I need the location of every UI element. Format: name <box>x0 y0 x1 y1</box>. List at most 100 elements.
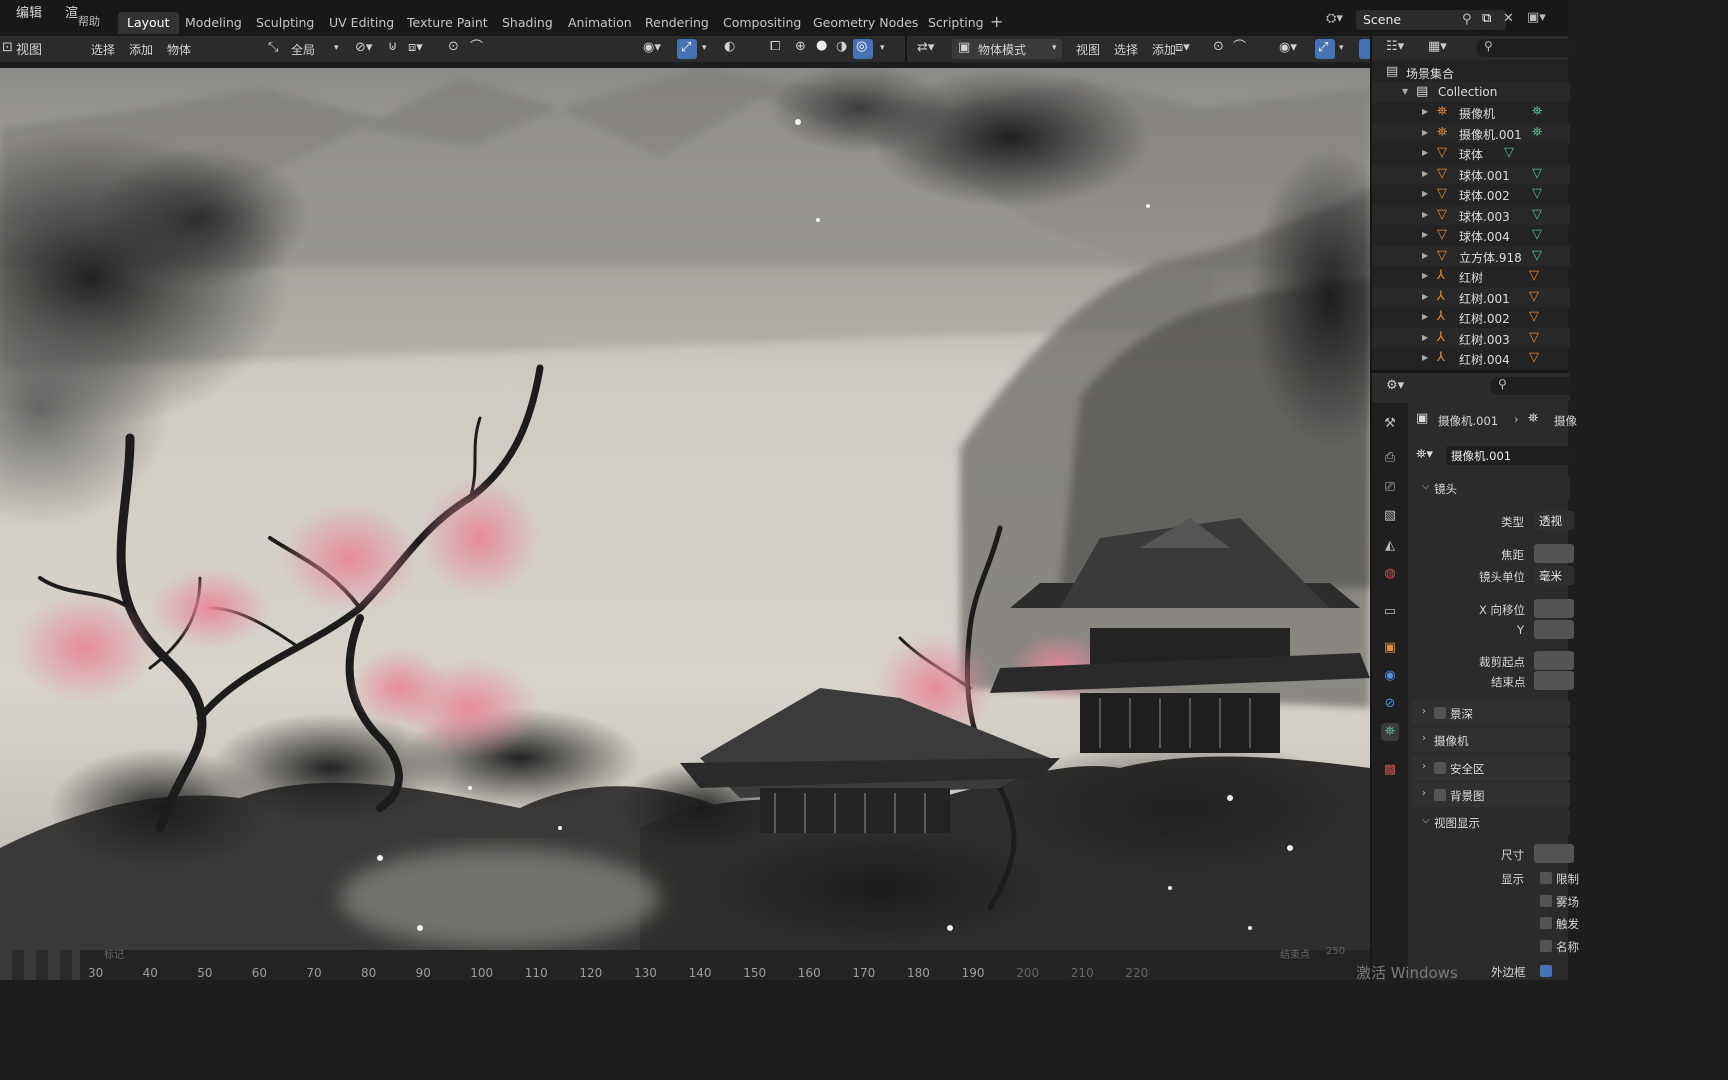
workspace-tab-texture-paint[interactable]: Texture Paint <box>398 12 497 34</box>
transform-orientation[interactable]: 全局 <box>291 41 315 58</box>
overlay-icon[interactable]: ◐ <box>724 38 735 56</box>
object-menu[interactable]: 物体 <box>167 41 191 58</box>
expand-triangle-icon[interactable]: ▶ <box>1422 169 1428 178</box>
child-mesh-icon[interactable]: ▽ <box>1529 289 1539 304</box>
outliner-item[interactable]: ▶ ▽ 球体 ▽ <box>1372 143 1570 163</box>
camera-data-tab-icon[interactable]: ⛯ <box>1381 723 1399 741</box>
panel-enable-checkbox[interactable] <box>1434 707 1446 719</box>
camera-data-icon[interactable]: ⛯ <box>1532 104 1542 119</box>
lens-panel-header[interactable]: ⌵ 镜头 <box>1412 476 1570 500</box>
tool-tab-icon[interactable]: ⚒ <box>1381 415 1399 433</box>
outliner-item[interactable]: ▶ ▽ 球体.002 ▽ <box>1372 184 1570 204</box>
child-mesh-icon[interactable]: ▽ <box>1529 268 1539 283</box>
menu-edit[interactable]: 编辑 <box>16 2 42 21</box>
collection-row[interactable]: ▼ ▤ Collection <box>1372 82 1570 102</box>
snap-icon[interactable]: ⊍ <box>388 38 398 56</box>
scene-tab-icon[interactable]: ◭ <box>1381 537 1399 555</box>
scene-selector[interactable]: Scene ⚲ ⧉ <box>1356 10 1506 30</box>
view-menu[interactable]: 视图 <box>1076 41 1100 58</box>
outliner-item[interactable]: ▶ ⛯ 摄像机.001 ⛯ <box>1372 122 1570 143</box>
properties-search-input[interactable]: ⚲ <box>1490 377 1570 395</box>
size-field[interactable] <box>1534 844 1574 863</box>
collapsed-panel-header[interactable]: › 摄像机 <box>1412 728 1570 753</box>
wireframe-shading-icon[interactable]: ⊕ <box>795 38 806 56</box>
workspace-tab-sculpting[interactable]: Sculpting <box>247 12 323 34</box>
workspace-tab-modeling[interactable]: Modeling <box>176 12 251 34</box>
menu-help[interactable]: 帮助 <box>78 13 100 29</box>
lens-unit-dropdown[interactable]: 毫米 <box>1534 566 1574 585</box>
world-tab-icon[interactable]: ◍ <box>1381 565 1399 583</box>
view-layer-tab-icon[interactable]: ▧ <box>1381 507 1399 525</box>
collection-tab-icon[interactable]: ▭ <box>1381 603 1399 621</box>
expand-triangle-icon[interactable]: ▶ <box>1422 148 1428 157</box>
show-option-checkbox[interactable] <box>1540 917 1552 929</box>
workspace-tab-scripting[interactable]: Scripting <box>919 12 993 34</box>
workspace-tab-shading[interactable]: Shading <box>493 12 562 34</box>
camera-data-icon[interactable]: ⛯ <box>1532 125 1542 140</box>
mesh-data-icon[interactable]: ▽ <box>1532 207 1542 222</box>
show-option-checkbox[interactable] <box>1540 894 1552 907</box>
new-scene-icon[interactable]: ⧉ <box>1482 11 1491 26</box>
mesh-data-icon[interactable]: ▽ <box>1532 248 1542 263</box>
outliner-item[interactable]: ▶ ▽ 球体.004 ▽ <box>1372 225 1570 245</box>
child-mesh-icon[interactable]: ▽ <box>1529 350 1539 365</box>
expand-triangle-icon[interactable]: ▶ <box>1422 333 1428 342</box>
end-frame-value[interactable]: 250 <box>1326 946 1345 957</box>
3d-viewport[interactable] <box>0 68 1370 950</box>
expand-triangle-icon[interactable]: ▶ <box>1422 107 1428 116</box>
editor-type-icon[interactable]: ⚙▾ <box>1386 377 1404 395</box>
outliner-item[interactable]: ▶ ⅄ 红树 ▽ <box>1372 266 1570 286</box>
xray-icon[interactable]: ⧠ <box>770 38 780 56</box>
solid-shading-icon[interactable]: ● <box>816 37 827 55</box>
workspace-tab-uv-editing[interactable]: UV Editing <box>320 12 403 34</box>
output-tab-icon[interactable]: ⎚ <box>1381 479 1399 497</box>
focal-length-field[interactable] <box>1534 544 1574 563</box>
workspace-tab-compositing[interactable]: Compositing <box>714 12 810 34</box>
object-tab-icon[interactable]: ▣ <box>1381 639 1399 657</box>
outliner-item[interactable]: ▶ ⅄ 红树.004 ▽ <box>1372 348 1570 368</box>
outliner-item[interactable]: ▶ ⅄ 红树.001 ▽ <box>1372 286 1570 307</box>
breadcrumb-object[interactable]: 摄像机.001 <box>1438 413 1498 429</box>
render-tab-icon[interactable]: ⎙ <box>1381 449 1399 467</box>
viewport-display-panel-header[interactable]: ⌵ 视图显示 <box>1412 810 1570 834</box>
shift-x-field[interactable] <box>1534 599 1574 618</box>
panel-enable-checkbox[interactable] <box>1434 761 1446 774</box>
show-option-checkbox[interactable] <box>1540 872 1552 884</box>
mesh-data-icon[interactable]: ▽ <box>1532 166 1542 181</box>
close-scene-icon[interactable]: ✕ <box>1503 11 1514 26</box>
display-mode-icon[interactable]: ▦▾ <box>1428 38 1447 56</box>
outliner-item[interactable]: ▶ ▽ 球体.003 ▽ <box>1372 204 1570 225</box>
view-layer-icon[interactable]: ▣▾ <box>1527 10 1546 25</box>
menu-render[interactable]: 渲 <box>65 2 78 21</box>
camera-data-name-field[interactable]: 摄像机.001 <box>1446 446 1570 465</box>
material-shading-icon[interactable]: ◑ <box>836 38 847 56</box>
add-menu[interactable]: 添加 <box>129 41 153 58</box>
scene-selector-icon[interactable]: ⛭▾ <box>1326 11 1343 26</box>
pivot-point-icon[interactable]: ⊘▾ <box>355 39 372 57</box>
child-mesh-icon[interactable]: ▽ <box>1529 309 1539 324</box>
constraints-tab-icon[interactable]: ⊘ <box>1381 695 1399 713</box>
outliner-search-input[interactable]: ⚲ <box>1476 39 1570 57</box>
show-option-checkbox[interactable] <box>1540 939 1552 952</box>
workspace-tab-rendering[interactable]: Rendering <box>636 12 718 34</box>
shading-dropdown-icon[interactable]: ▾ <box>880 39 885 57</box>
expand-triangle-icon[interactable]: ▶ <box>1422 353 1428 362</box>
expand-triangle-icon[interactable]: ▶ <box>1422 271 1428 280</box>
outliner-item[interactable]: ▶ ⛯ 摄像机 ⛯ <box>1372 102 1570 122</box>
expand-triangle-icon[interactable]: ▶ <box>1422 128 1428 137</box>
view-menu[interactable]: 视图 <box>16 39 42 58</box>
clip-end-field[interactable] <box>1534 671 1574 690</box>
collapsed-panel-header[interactable]: › 安全区 <box>1412 755 1570 780</box>
physics-tab-icon[interactable]: ◉ <box>1381 667 1399 685</box>
workspace-tab-animation[interactable]: Animation <box>559 12 641 34</box>
pin-icon[interactable]: ⚲ <box>1462 12 1472 27</box>
expand-triangle-icon[interactable]: ▶ <box>1422 312 1428 321</box>
scene-collection-row[interactable]: ▤ 场景集合 <box>1372 62 1570 82</box>
camera-data-icon[interactable]: ⛯▾ <box>1416 447 1433 462</box>
falloff-icon[interactable]: ⌒ <box>1233 39 1246 57</box>
expand-triangle-icon[interactable]: ▶ <box>1422 189 1428 198</box>
expand-triangle-icon[interactable]: ▼ <box>1402 87 1408 96</box>
timeline[interactable]: 标记 结束点 250 30 40 50 60 70 80 90 100 110 120 130 140… <box>0 946 1370 980</box>
outliner-item[interactable]: ▶ ▽ 球体.001 ▽ <box>1372 163 1570 184</box>
expand-triangle-icon[interactable]: ▶ <box>1422 230 1428 239</box>
